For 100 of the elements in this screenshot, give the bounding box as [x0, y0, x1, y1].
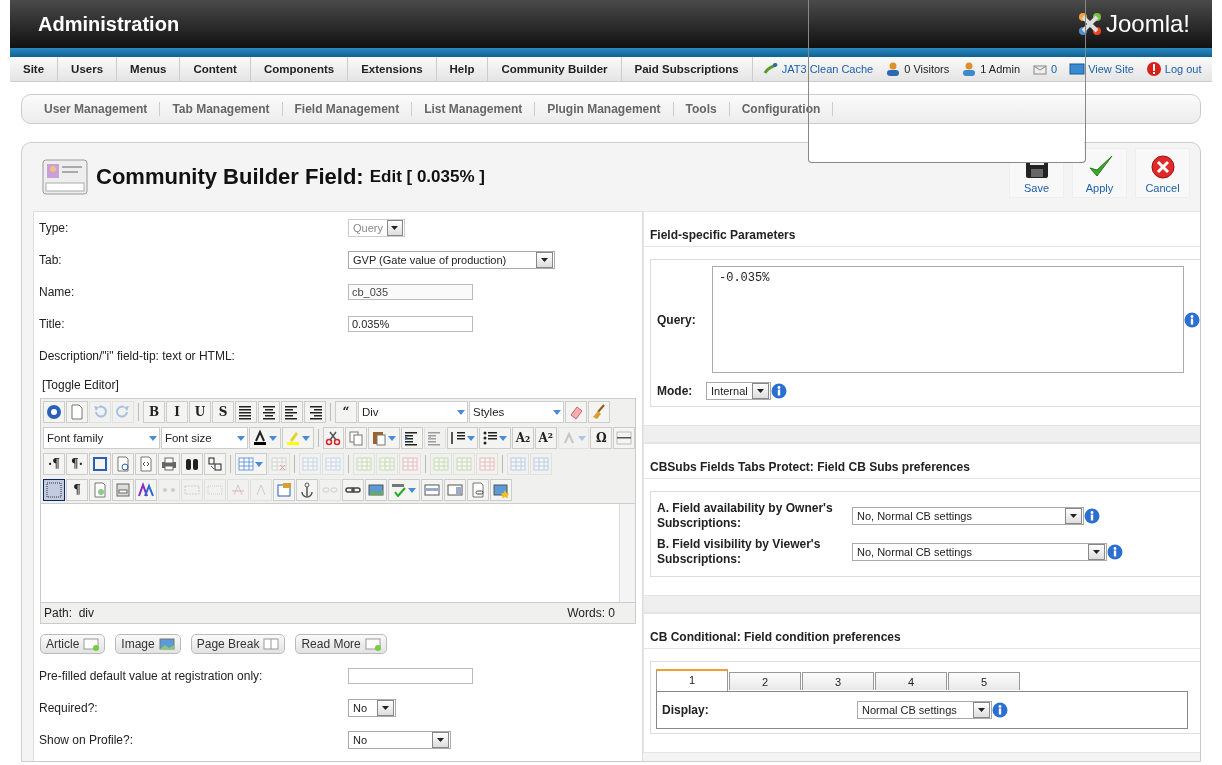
toolbar-button[interactable]: “: [335, 401, 357, 423]
toolbar-button[interactable]: ¶: [66, 479, 88, 501]
submenu-item[interactable]: User Management: [32, 102, 161, 116]
menu-item[interactable]: Help: [436, 57, 489, 81]
toolbar-button[interactable]: A₂: [512, 427, 534, 449]
logo-text: Joomla!: [1105, 10, 1190, 38]
dropdown[interactable]: No: [348, 731, 451, 749]
field-label: Type:: [39, 221, 70, 235]
dropdown[interactable]: Normal CB settings: [857, 701, 992, 719]
toolbar-button[interactable]: ¶·: [66, 453, 88, 475]
merge-cells-icon: [533, 456, 549, 472]
menu-item[interactable]: Paid Subscriptions: [621, 57, 753, 81]
menu-item[interactable]: Extensions: [348, 57, 437, 81]
menu-item[interactable]: Content: [180, 57, 251, 81]
toolbar-button[interactable]: [43, 479, 65, 501]
field-label: Mode:: [657, 384, 694, 398]
menu-item[interactable]: Site: [10, 57, 59, 81]
dropdown-arrow-icon: [391, 226, 399, 230]
toolbar-button[interactable]: S: [212, 401, 234, 423]
toolbar-button[interactable]: A²: [534, 427, 557, 449]
layer-icon: [424, 482, 440, 498]
scissors-icon: [325, 430, 342, 446]
binoculars-icon: [184, 456, 200, 472]
layer-panel-icon: [447, 482, 463, 498]
anchor-icon: [299, 482, 315, 498]
info-icon: [1084, 508, 1100, 524]
format-dropdown[interactable]: Font family: [43, 427, 160, 449]
dropdown-arrow-icon: [408, 487, 416, 493]
toolbar-button[interactable]: I: [166, 401, 188, 423]
dropdown[interactable]: No: [348, 699, 396, 717]
status-link[interactable]: Log out: [1164, 63, 1202, 75]
toolbar-button[interactable]: U: [189, 401, 211, 423]
query-textarea[interactable]: -0.035%: [712, 266, 1184, 373]
format-dropdown[interactable]: Font size: [160, 427, 249, 449]
editor-button[interactable]: Read More: [295, 634, 387, 654]
profile-card-icon: [42, 159, 88, 195]
submenu-item[interactable]: Tools: [673, 102, 730, 116]
editor-button[interactable]: Article: [40, 634, 106, 654]
status-link[interactable]: View Site: [1088, 63, 1134, 75]
format-dropdown[interactable]: Styles: [469, 401, 564, 423]
editor-button[interactable]: Page Break: [190, 634, 286, 654]
dropdown-arrow-icon: [437, 738, 444, 742]
toggle-editor-link[interactable]: [Toggle Editor]: [38, 372, 638, 398]
submenu-item[interactable]: Field Management: [282, 102, 413, 116]
menu-item[interactable]: Menus: [117, 57, 181, 81]
dropdown[interactable]: Internal: [706, 382, 771, 400]
cancel-button[interactable]: Cancel: [1135, 148, 1190, 198]
tab[interactable]: 1: [656, 669, 728, 691]
dropdown[interactable]: GVP (Gate value of production): [348, 251, 555, 269]
submenu-item[interactable]: Plugin Management: [535, 102, 674, 116]
document-link-icon: [470, 482, 486, 498]
editor-path: Path: div: [44, 606, 95, 620]
preview-icon: [115, 456, 131, 472]
document-add-icon: [83, 637, 100, 651]
menu-item[interactable]: Components: [250, 57, 349, 81]
outdent-icon: [426, 430, 443, 446]
status-link[interactable]: JAT3 Clean Cache: [781, 63, 874, 75]
toolbar-button[interactable]: ·¶: [43, 453, 65, 475]
admin-title: Administration: [38, 12, 180, 36]
redo-icon: [115, 404, 131, 420]
page-preview-icon: [92, 482, 108, 498]
menu-item[interactable]: Community Builder: [488, 57, 622, 81]
dropdown[interactable]: No, Normal CB settings: [852, 507, 1084, 525]
editor-button[interactable]: Image: [115, 634, 181, 654]
dropdown-arrow-icon: [541, 258, 548, 262]
help-icon: [46, 404, 62, 420]
dropdown-arrow-icon: [577, 435, 586, 441]
format-dropdown[interactable]: Div: [358, 401, 468, 423]
dropdown[interactable]: No, Normal CB settings: [852, 543, 1107, 561]
input-field[interactable]: [348, 668, 473, 684]
info-icon: [771, 383, 787, 399]
section-title: CB Conditional: Field condition preferences: [643, 613, 1200, 649]
menu-item[interactable]: Users: [58, 57, 118, 81]
status-link[interactable]: 0: [1051, 63, 1058, 75]
dropdown-arrow-icon: [978, 708, 985, 712]
font-styles-icon: [138, 482, 154, 498]
bullet-list-icon: [482, 430, 499, 446]
broom-icon: [591, 404, 607, 420]
tab[interactable]: 5: [948, 672, 1020, 690]
tab[interactable]: 4: [875, 672, 947, 690]
input-field[interactable]: 0.035%: [348, 316, 473, 332]
delete-column-icon: [479, 456, 495, 472]
split-cells-icon: [510, 456, 526, 472]
insert-row-icon: [356, 456, 372, 472]
align-center-icon: [261, 404, 277, 420]
apply-button[interactable]: Apply: [1072, 148, 1127, 198]
submenu-item[interactable]: List Management: [412, 102, 536, 116]
admin-user-icon: [961, 61, 978, 77]
toolbar-button[interactable]: Ω: [590, 427, 613, 449]
eraser-icon: [568, 404, 584, 420]
dropdown-arrow-icon: [1093, 550, 1100, 554]
submenu-item[interactable]: Tab Management: [160, 102, 283, 116]
toolbar-button[interactable]: B: [143, 401, 165, 423]
tab[interactable]: 2: [729, 672, 801, 690]
dropdown-arrow-icon: [388, 435, 397, 441]
word-count: Words: 0: [567, 606, 615, 620]
tab[interactable]: 3: [802, 672, 874, 690]
dropdown-arrow-icon: [382, 706, 389, 710]
field-label: Display:: [662, 703, 710, 717]
page-title: Community Builder Field:: [96, 164, 364, 190]
